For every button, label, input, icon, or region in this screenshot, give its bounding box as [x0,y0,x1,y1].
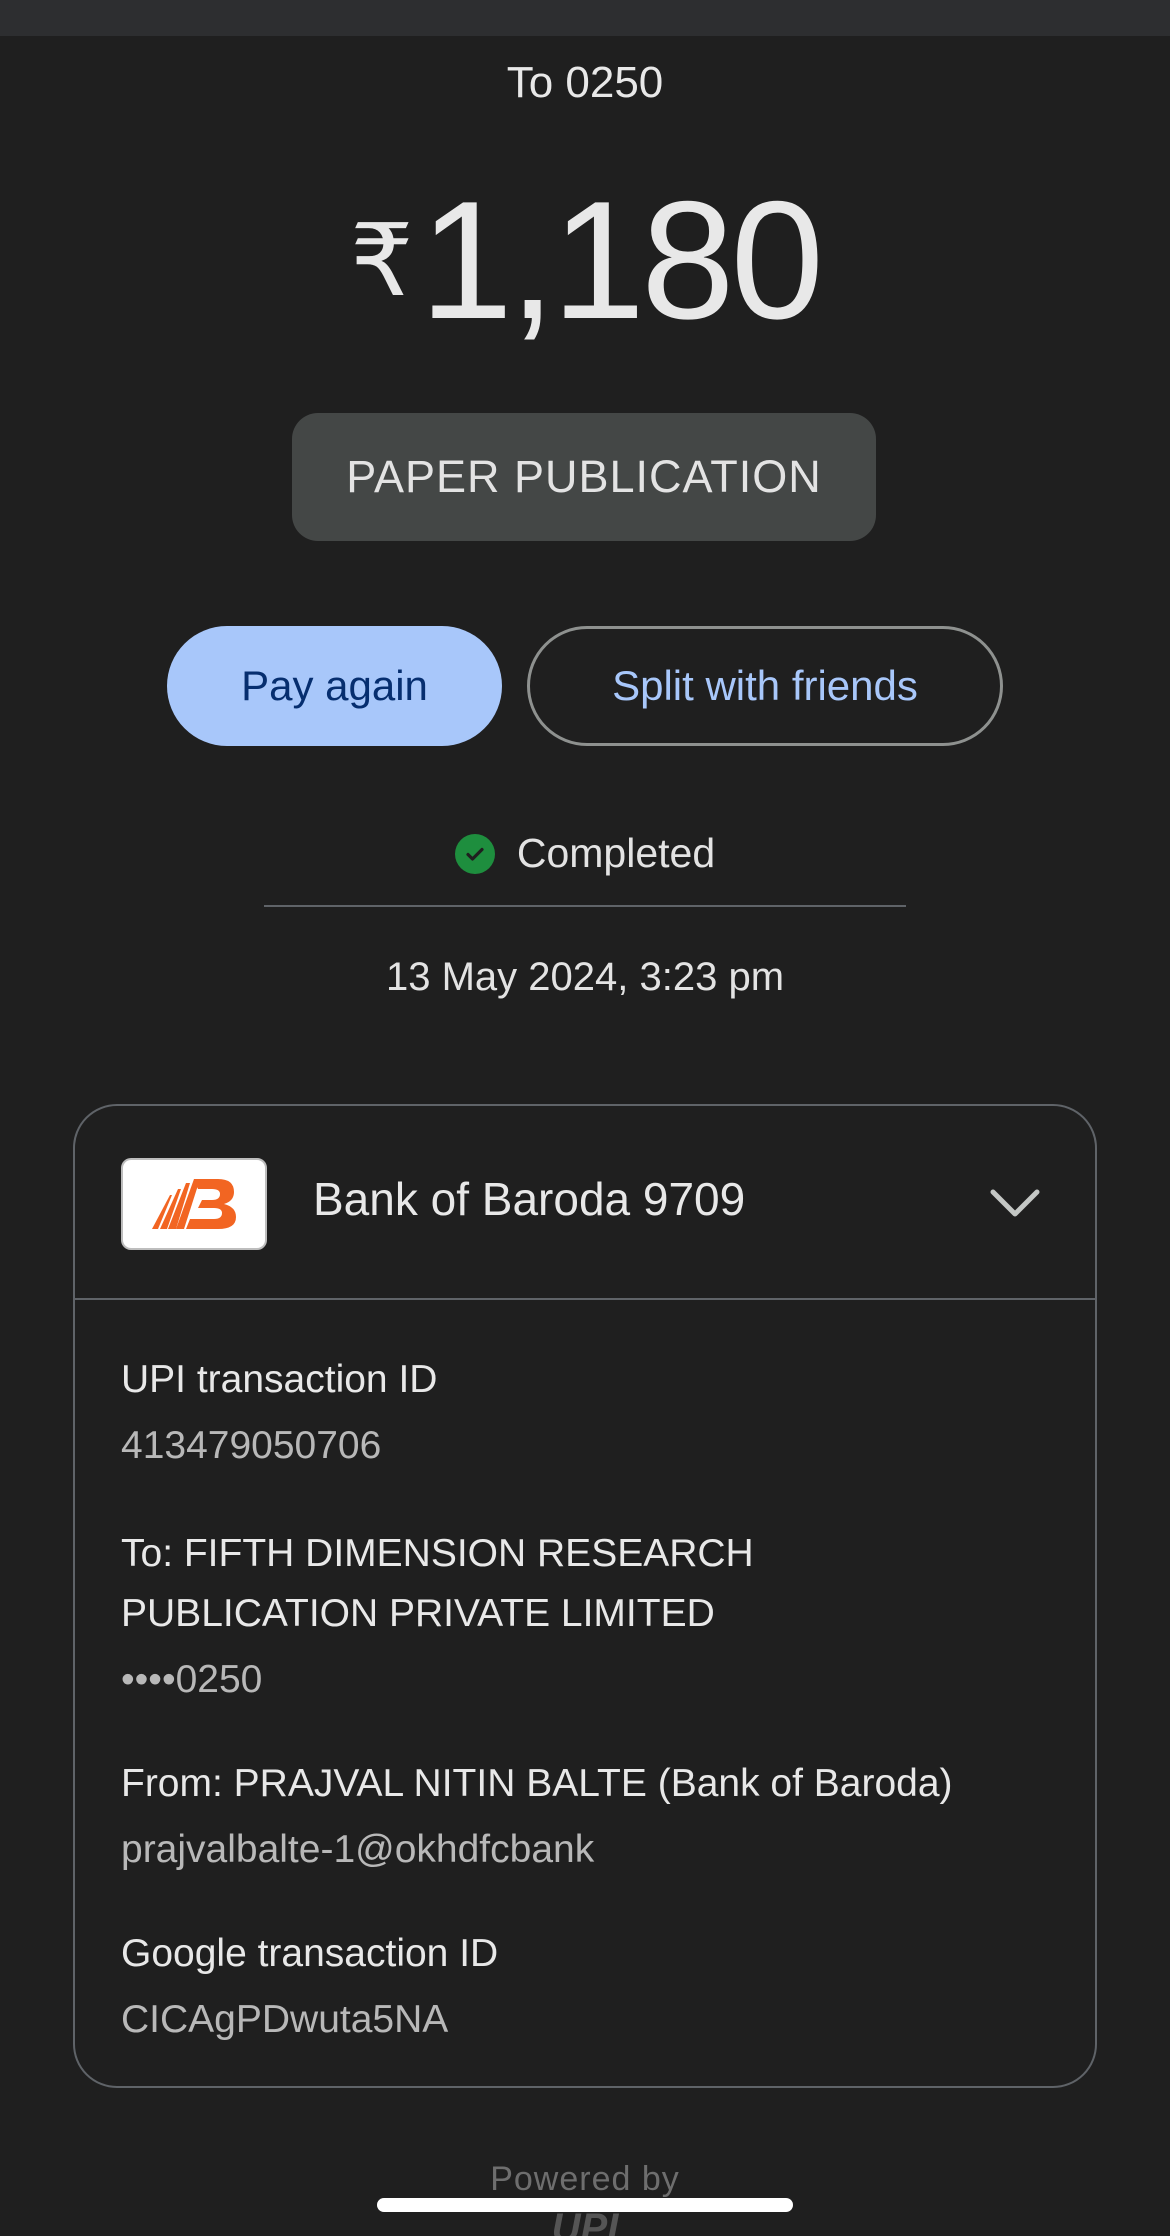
powered-by-text: Powered by [490,2160,680,2198]
transaction-datetime: 13 May 2024, 3:23 pm [385,955,785,999]
transaction-details-screen: To 0250 ₹1,180 PAPER PUBLICATION Pay aga… [0,0,1170,2236]
recipient-title: To 0250 [506,58,664,107]
currency-symbol: ₹ [349,205,414,317]
card-divider [75,1298,1095,1300]
recipient-account-value: ••••0250 [121,1658,263,1701]
sender-label: From: PRAJVAL NITIN BALTE (Bank of Barod… [121,1762,953,1805]
status-bar-strip [0,0,1170,36]
bank-of-baroda-logo [121,1158,267,1250]
status-text: Completed [516,830,716,876]
upi-transaction-id-field: UPI transaction ID 413479050706 [121,1350,1051,1476]
upi-transaction-id-value[interactable]: 413479050706 [121,1416,1051,1476]
home-indicator[interactable] [377,2198,793,2212]
recipient-label-line1: To: FIFTH DIMENSION RESEARCH [121,1532,754,1575]
bank-account-name: Bank of Baroda 9709 [313,1173,746,1225]
payment-amount: ₹1,180 [0,176,1170,344]
pay-again-button[interactable]: Pay again [167,626,502,746]
check-circle-icon [454,833,495,874]
split-with-friends-button[interactable]: Split with friends [527,626,1003,746]
upi-transaction-id-label: UPI transaction ID [121,1358,438,1401]
recipient-field: To: FIFTH DIMENSION RESEARCH PUBLICATION… [121,1524,1051,1710]
payment-note-chip: PAPER PUBLICATION [292,413,876,541]
transaction-status: Completed [0,830,1170,877]
status-divider [264,905,906,907]
recipient-label-line2: PUBLICATION PRIVATE LIMITED [121,1592,715,1635]
bank-account-row[interactable]: Bank of Baroda 9709 [75,1106,1095,1298]
transaction-details-card: Bank of Baroda 9709 UPI transaction ID 4… [73,1104,1097,2088]
google-transaction-id-label: Google transaction ID [121,1932,499,1975]
sender-field: From: PRAJVAL NITIN BALTE (Bank of Barod… [121,1754,1051,1880]
chevron-down-icon[interactable] [987,1174,1043,1230]
google-transaction-id-value[interactable]: CICAgPDwuta5NA [121,1990,1051,2050]
google-transaction-id-field: Google transaction ID CICAgPDwuta5NA [121,1924,1051,2050]
amount-value: 1,180 [419,166,824,354]
sender-upi-id: prajvalbalte-1@okhdfcbank [121,1828,595,1871]
